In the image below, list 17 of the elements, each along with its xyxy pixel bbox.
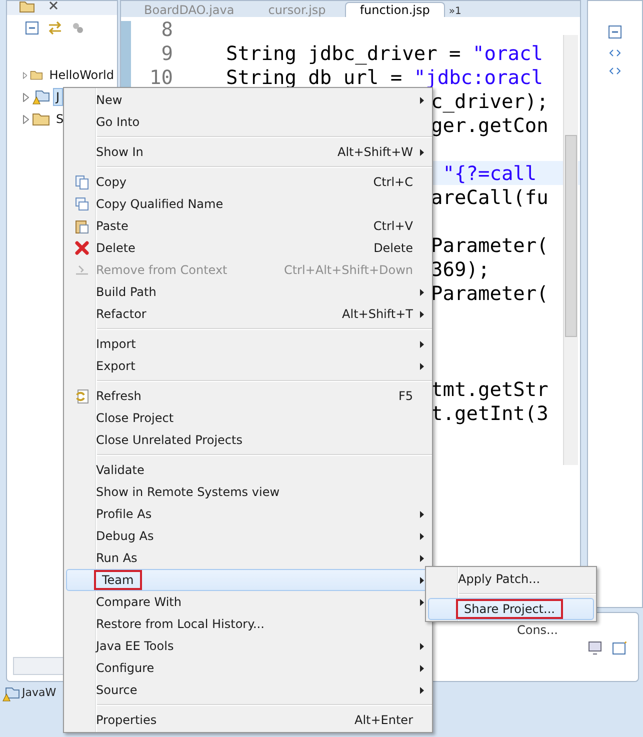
- code-text: String db url =: [226, 66, 404, 88]
- code-text: t.getInt(3: [431, 402, 548, 424]
- code-text: "jdbc:oracl: [414, 66, 543, 88]
- line-number: 9: [160, 42, 173, 64]
- code-text: tmt.getStr: [431, 378, 548, 400]
- code-text: c_driver);: [431, 90, 548, 112]
- code-text: ger.getCon: [431, 114, 548, 136]
- code-text: "oracl: [472, 42, 543, 64]
- code-text: Parameter(: [431, 234, 548, 256]
- status-item: JavaW: [22, 686, 56, 699]
- line-number: 10: [148, 66, 173, 88]
- code-text: String jdbc_driver =: [226, 42, 462, 64]
- code-text: 369);: [431, 258, 490, 280]
- line-number: 8: [160, 18, 173, 40]
- code-text: "{?=call: [442, 162, 537, 184]
- code-text: areCall(fu: [431, 186, 548, 208]
- code-text: Parameter(: [431, 282, 548, 304]
